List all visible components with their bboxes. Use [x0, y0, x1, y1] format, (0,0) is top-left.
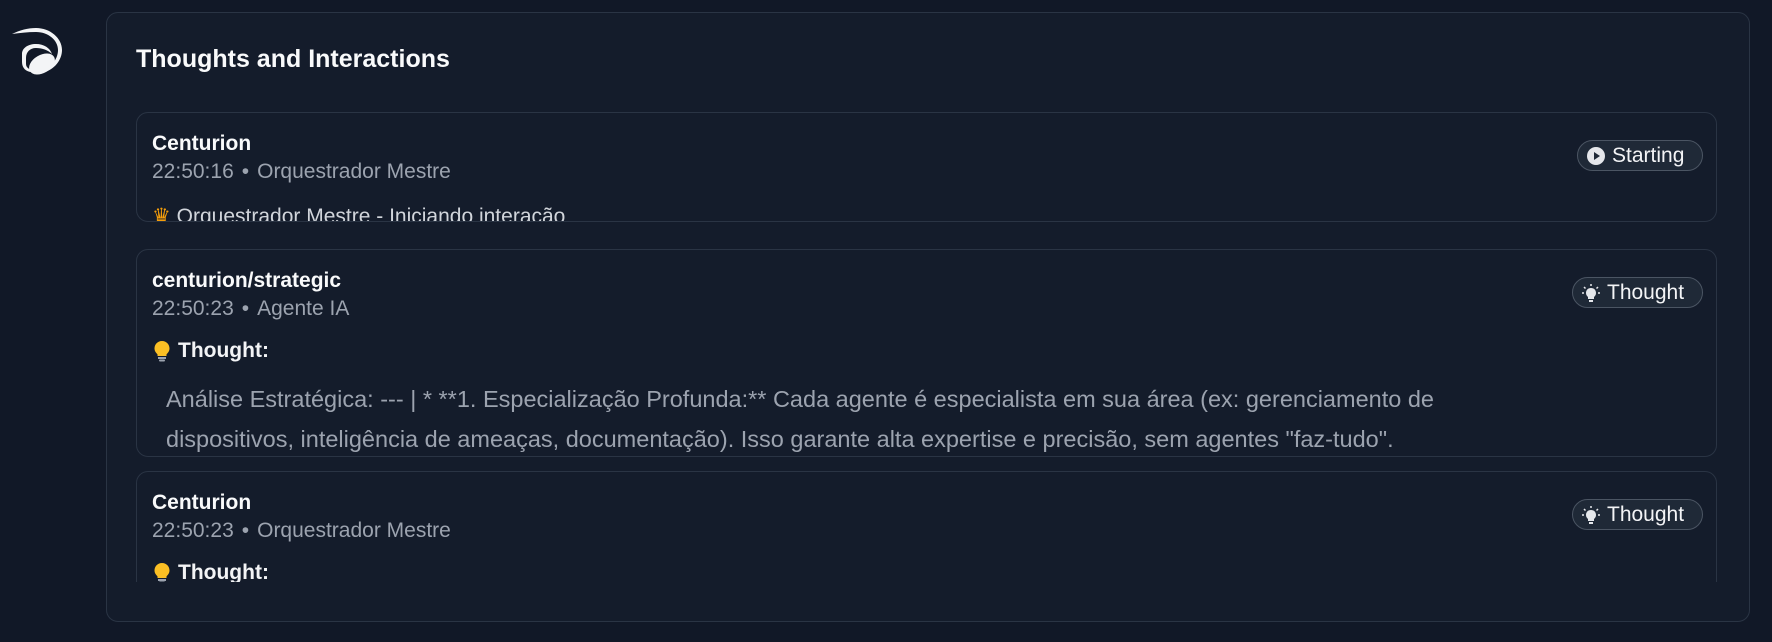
card-role: Agente IA: [257, 297, 350, 320]
status-badge-thought: Thought: [1572, 277, 1703, 308]
card-agent-name: Centurion: [152, 132, 252, 155]
card-time: 22:50:23: [152, 519, 234, 542]
badge-label: Thought: [1607, 502, 1685, 526]
card-message: ♛ Orquestrador Mestre - Iniciando intera…: [152, 204, 566, 222]
thought-label: Thought:: [178, 561, 269, 582]
lightbulb-icon: [154, 563, 170, 582]
interaction-card[interactable]: Centurion 22:50:23 • Orquestrador Mestre T…: [136, 471, 1717, 582]
app-logo-icon[interactable]: [10, 24, 68, 82]
card-role: Orquestrador Mestre: [257, 519, 451, 542]
meta-separator: •: [241, 519, 250, 542]
lightbulb-icon: [154, 341, 170, 362]
card-time: 22:50:23: [152, 297, 234, 320]
lightbulb-icon: [1582, 283, 1600, 302]
lightbulb-icon: [1582, 505, 1600, 524]
status-badge-starting: Starting: [1577, 140, 1703, 171]
thought-heading: Thought:: [152, 339, 269, 363]
thought-text: Análise Estratégica: --- | * **1. Especi…: [166, 379, 1686, 456]
interaction-card[interactable]: centurion/strategic 22:50:23 • Agente IA T…: [136, 249, 1717, 457]
thought-line: dispositivos, inteligência de ameaças, d…: [166, 426, 1394, 452]
thought-label: Thought:: [178, 339, 269, 362]
thought-line: Análise Estratégica: --- | * **1. Especi…: [166, 386, 1434, 412]
card-meta: 22:50:23 • Agente IA: [152, 297, 349, 321]
badge-label: Starting: [1612, 143, 1685, 167]
card-message-text: Orquestrador Mestre - Iniciando interaçã…: [176, 205, 566, 222]
panel-title: Thoughts and Interactions: [136, 45, 450, 73]
card-time: 22:50:16: [152, 160, 234, 183]
card-role: Orquestrador Mestre: [257, 160, 451, 183]
status-badge-thought: Thought: [1572, 499, 1703, 530]
card-agent-name: centurion/strategic: [152, 269, 342, 292]
interaction-card[interactable]: Centurion 22:50:16 • Orquestrador Mestre S…: [136, 112, 1717, 222]
thought-heading: Thought:: [152, 561, 269, 582]
thoughts-feed[interactable]: Centurion 22:50:16 • Orquestrador Mestre S…: [136, 112, 1717, 582]
card-meta: 22:50:23 • Orquestrador Mestre: [152, 519, 451, 543]
crown-icon: ♛: [152, 204, 171, 222]
thoughts-panel: Thoughts and Interactions Centurion 22:5…: [106, 12, 1750, 622]
card-agent-name: Centurion: [152, 491, 252, 514]
card-meta: 22:50:16 • Orquestrador Mestre: [152, 160, 451, 184]
play-circle-icon: [1587, 146, 1605, 165]
meta-separator: •: [241, 297, 250, 320]
meta-separator: •: [241, 160, 250, 183]
badge-label: Thought: [1607, 280, 1685, 304]
